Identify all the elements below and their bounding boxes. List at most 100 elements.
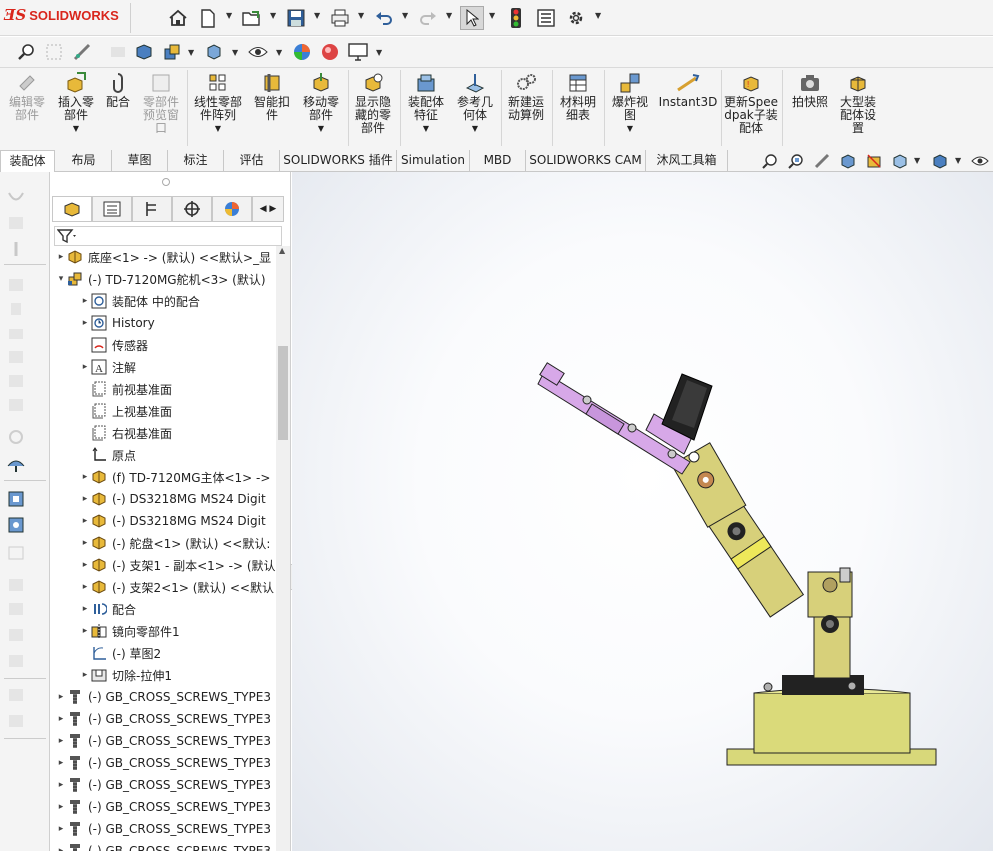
print-dropdown-icon[interactable]: ▼ xyxy=(358,11,364,20)
hide-show-items-eye-icon[interactable] xyxy=(970,151,990,171)
tab-simulation[interactable]: Simulation xyxy=(397,150,470,172)
zoom-to-area-icon[interactable] xyxy=(786,151,806,171)
tree-scrollbar-thumb[interactable] xyxy=(278,346,288,440)
open-dropdown-icon[interactable]: ▼ xyxy=(270,11,276,20)
tree-item[interactable]: ▾ (-) TD-7120MG舵机<3> (默认) xyxy=(56,268,266,290)
home-icon[interactable] xyxy=(166,6,190,30)
mirror-tool-icon[interactable] xyxy=(6,372,26,390)
rotate-tool-icon[interactable] xyxy=(6,428,26,446)
tree-item[interactable]: 原点 xyxy=(80,444,136,466)
display-tool-icon[interactable] xyxy=(6,456,26,474)
tree-item[interactable]: 上视基准面 xyxy=(80,400,172,422)
tree-item[interactable]: ▸ (-) 支架2<1> (默认) <<默认 xyxy=(80,576,274,598)
display-style-icon[interactable] xyxy=(930,151,950,171)
assembly-view-icon[interactable] xyxy=(6,490,26,508)
update-speedpak-button[interactable]: ! 更新Speedpak子装配体 xyxy=(724,72,778,135)
expand-arrow-icon[interactable]: ▸ xyxy=(56,780,66,790)
file-properties-icon[interactable] xyxy=(534,6,558,30)
component-preview-button[interactable]: 零部件预览窗口 xyxy=(138,72,184,135)
expand-arrow-icon[interactable]: ▸ xyxy=(80,494,90,504)
rebuild-traffic-light-icon[interactable] xyxy=(504,6,528,30)
expand-arrow-icon[interactable]: ▸ xyxy=(56,714,66,724)
insert-component-dropdown-icon[interactable]: ▼ xyxy=(54,122,98,135)
tree-item[interactable]: 传感器 xyxy=(80,334,148,356)
component-icon[interactable] xyxy=(132,40,156,64)
tree-item[interactable]: (-) 草图2 xyxy=(80,642,161,664)
tree-item[interactable]: ▸ (-) GB_CROSS_SCREWS_TYPE3 xyxy=(56,686,271,708)
property-manager-tab-icon[interactable] xyxy=(92,196,132,222)
smart-fastener-button[interactable]: 智能扣件 xyxy=(250,72,294,122)
solidworks-logo[interactable]: ƎS SOLIDWORKS xyxy=(4,6,119,24)
pattern-tool-icon[interactable] xyxy=(6,214,26,232)
tab-solidworks-addins[interactable]: SOLIDWORKS 插件 xyxy=(280,150,397,172)
configuration-manager-tab-icon[interactable] xyxy=(132,196,172,222)
expand-arrow-icon[interactable]: ▸ xyxy=(80,318,90,328)
linear-pattern-dropdown-icon[interactable]: ▼ xyxy=(190,122,246,135)
expand-arrow-icon[interactable]: ▸ xyxy=(56,802,66,812)
view-cube-icon[interactable] xyxy=(202,40,226,64)
tree-item[interactable]: ▸ (-) 支架1 - 副本<1> -> (默认 xyxy=(80,554,276,576)
display-manager-tab-icon[interactable] xyxy=(212,196,252,222)
expand-arrow-icon[interactable]: ▸ xyxy=(80,582,90,592)
tree-item[interactable]: ▸ (-) DS3218MG MS24 Digit xyxy=(80,488,266,510)
tree-item[interactable]: ▸ 配合 xyxy=(80,598,136,620)
misc-tool-4-icon[interactable] xyxy=(6,652,26,670)
misc-tool-2-icon[interactable] xyxy=(6,600,26,618)
new-dropdown-icon[interactable]: ▼ xyxy=(226,11,232,20)
take-snapshot-button[interactable]: 拍快照 xyxy=(787,72,833,109)
view-orientation-icon[interactable] xyxy=(890,151,910,171)
expand-arrow-icon[interactable]: ▸ xyxy=(80,296,90,306)
expand-arrow-icon[interactable]: ▸ xyxy=(80,560,90,570)
part-view-icon[interactable] xyxy=(6,516,26,534)
tree-filter-field[interactable] xyxy=(54,226,282,246)
link-icon[interactable] xyxy=(106,40,130,64)
undo-dropdown-icon[interactable]: ▼ xyxy=(402,11,408,20)
tab-layout[interactable]: 布局 xyxy=(56,150,112,172)
undo-icon[interactable] xyxy=(372,6,396,30)
expand-arrow-icon[interactable]: ▸ xyxy=(56,758,66,768)
options-dropdown-icon[interactable]: ▼ xyxy=(595,11,601,20)
zoom-area-icon[interactable] xyxy=(42,40,66,64)
hole-tool-icon[interactable] xyxy=(6,348,26,366)
previous-view-icon[interactable] xyxy=(812,151,832,171)
exploded-view-button[interactable]: 爆炸视图 ▼ xyxy=(607,72,653,135)
tab-evaluate[interactable]: 评估 xyxy=(224,150,280,172)
select-pointer-icon[interactable] xyxy=(460,6,484,30)
expand-arrow-icon[interactable]: ▸ xyxy=(56,252,66,262)
graphics-viewport[interactable] xyxy=(292,172,993,851)
tree-item[interactable]: 右视基准面 xyxy=(80,422,172,444)
panel-scroll-tabs[interactable]: ◀ ▶ xyxy=(252,196,284,222)
measure-icon[interactable] xyxy=(70,40,94,64)
mate-button[interactable]: 配合 xyxy=(104,72,132,109)
expand-arrow-icon[interactable]: ▸ xyxy=(80,362,90,372)
expand-arrow-icon[interactable]: ▸ xyxy=(80,670,90,680)
tab-solidworks-cam[interactable]: SOLIDWORKS CAM xyxy=(526,150,646,172)
expand-arrow-icon[interactable]: ▸ xyxy=(80,472,90,482)
tree-item[interactable]: ▸ (-) GB_CROSS_SCREWS_TYPE3 xyxy=(56,752,271,774)
show-hidden-components-button[interactable]: 显示隐藏的零部件 xyxy=(350,72,396,135)
edit-component-button[interactable]: 编辑零部件 xyxy=(4,72,50,122)
tree-item[interactable]: ▸ History xyxy=(80,312,155,334)
feature-manager-tab-icon[interactable] xyxy=(52,196,92,222)
move-component-dropdown-icon[interactable]: ▼ xyxy=(298,122,344,135)
assembly-dropdown-icon[interactable]: ▼ xyxy=(188,48,194,57)
tree-item[interactable]: ▸ 切除-拉伸1 xyxy=(80,664,172,686)
view-dropdown-icon[interactable]: ▼ xyxy=(232,48,238,57)
open-folder-icon[interactable] xyxy=(240,6,264,30)
tree-item[interactable]: ▸ (-) 舵盘<1> (默认) <<默认: xyxy=(80,532,270,554)
assembly-icon[interactable] xyxy=(160,40,184,64)
display-monitor-icon[interactable] xyxy=(346,40,370,64)
expand-arrow-icon[interactable]: ▸ xyxy=(80,604,90,614)
tree-item[interactable]: ▸ 镜向零部件1 xyxy=(80,620,180,642)
expand-arrow-icon[interactable]: ▸ xyxy=(56,692,66,702)
tab-markup[interactable]: 标注 xyxy=(168,150,224,172)
tree-item[interactable]: ▸ (f) TD-7120MG主体<1> -> xyxy=(80,466,270,488)
save-icon[interactable] xyxy=(284,6,308,30)
tree-scrollbar[interactable]: ▲ xyxy=(276,246,290,851)
bill-of-materials-button[interactable]: 材料明细表 xyxy=(555,72,601,122)
tree-item[interactable]: ▸ (-) GB_CROSS_SCREWS_TYPE3 xyxy=(56,840,271,851)
tree-item[interactable]: ▸ 装配体 中的配合 xyxy=(80,290,200,312)
sketch-tool-icon[interactable] xyxy=(6,190,26,208)
misc-tool-3-icon[interactable] xyxy=(6,626,26,644)
expand-arrow-icon[interactable]: ▸ xyxy=(80,626,90,636)
